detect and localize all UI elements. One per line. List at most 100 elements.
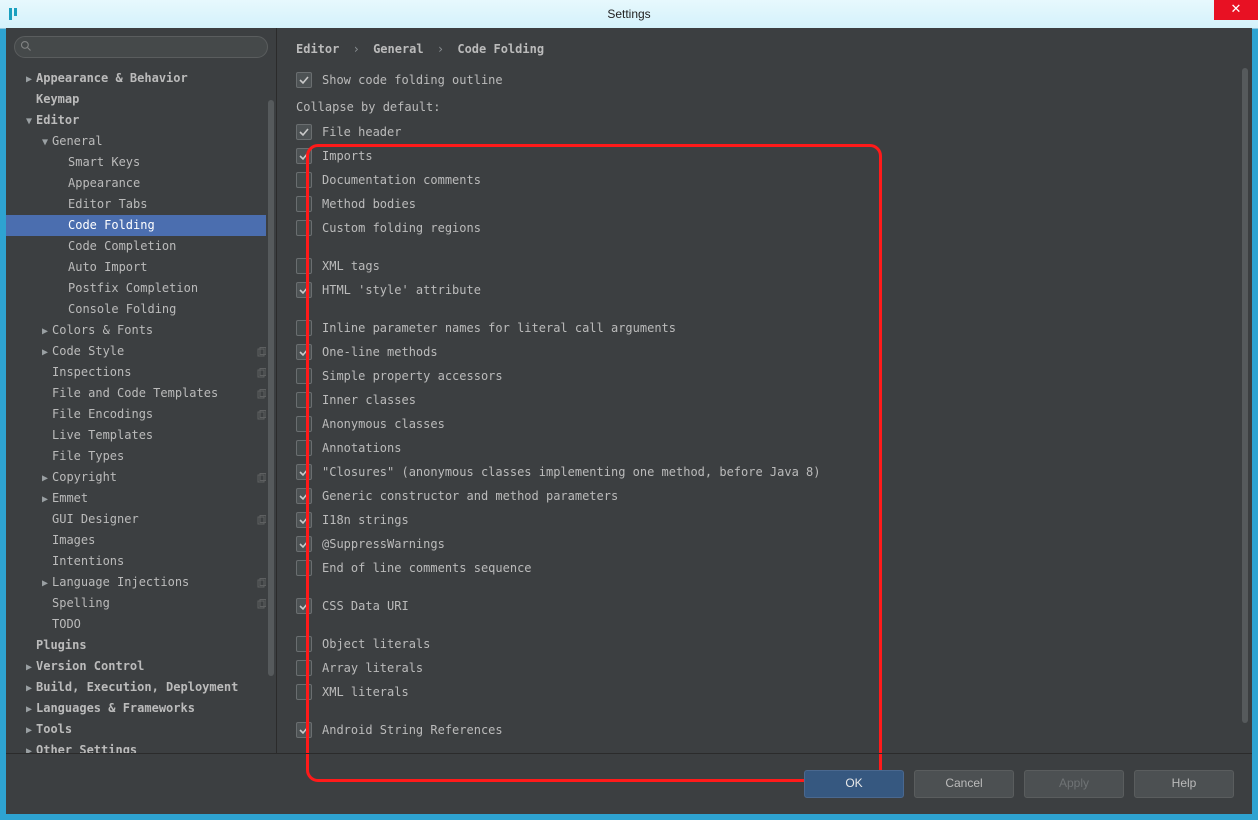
checkbox[interactable] [296,598,312,614]
show-outline-option[interactable]: Show code folding outline [296,68,1232,92]
collapse-option[interactable]: XML tags [296,254,1232,278]
tree-item[interactable]: Appearance [6,173,276,194]
disclosure-arrow-icon[interactable] [40,321,50,342]
tree-item[interactable]: Version Control [6,656,276,677]
collapse-option[interactable]: Object literals [296,632,1232,656]
checkbox[interactable] [296,344,312,360]
collapse-option[interactable]: End of line comments sequence [296,556,1232,580]
cancel-button[interactable]: Cancel [914,770,1014,798]
window-close-button[interactable]: ✕ [1214,0,1258,20]
tree-item[interactable]: Images [6,530,276,551]
tree-item[interactable]: Inspections [6,362,276,383]
tree-item[interactable]: Copyright [6,467,276,488]
collapse-option[interactable]: @SuppressWarnings [296,532,1232,556]
checkbox[interactable] [296,368,312,384]
checkbox[interactable] [296,464,312,480]
disclosure-arrow-icon[interactable] [24,657,34,678]
collapse-option[interactable]: CSS Data URI [296,594,1232,618]
collapse-option[interactable]: One-line methods [296,340,1232,364]
tree-item[interactable]: TODO [6,614,276,635]
collapse-option[interactable]: Method bodies [296,192,1232,216]
ok-button[interactable]: OK [804,770,904,798]
tree-item[interactable]: Intentions [6,551,276,572]
checkbox[interactable] [296,320,312,336]
tree-item[interactable]: Appearance & Behavior [6,68,276,89]
tree-item[interactable]: Postfix Completion [6,278,276,299]
collapse-option[interactable]: I18n strings [296,508,1232,532]
checkbox[interactable] [296,636,312,652]
checkbox[interactable] [296,722,312,738]
tree-item[interactable]: Smart Keys [6,152,276,173]
disclosure-arrow-icon[interactable] [24,111,34,132]
content-scrollbar[interactable] [1240,68,1250,750]
disclosure-arrow-icon[interactable] [40,468,50,489]
checkbox[interactable] [296,560,312,576]
checkbox[interactable] [296,440,312,456]
collapse-option[interactable]: Inner classes [296,388,1232,412]
tree-item[interactable]: Console Folding [6,299,276,320]
collapse-option[interactable]: Android String References [296,718,1232,742]
disclosure-arrow-icon[interactable] [24,678,34,699]
collapse-option[interactable]: Annotations [296,436,1232,460]
disclosure-arrow-icon[interactable] [40,132,50,153]
tree-item[interactable]: Plugins [6,635,276,656]
tree-item[interactable]: Language Injections [6,572,276,593]
tree-item[interactable]: File and Code Templates [6,383,276,404]
checkbox[interactable] [296,416,312,432]
tree-item[interactable]: Build, Execution, Deployment [6,677,276,698]
disclosure-arrow-icon[interactable] [24,720,34,741]
tree-item[interactable]: Colors & Fonts [6,320,276,341]
checkbox[interactable] [296,220,312,236]
collapse-option[interactable]: Imports [296,144,1232,168]
disclosure-arrow-icon[interactable] [24,69,34,90]
tree-item[interactable]: Editor Tabs [6,194,276,215]
collapse-option[interactable]: HTML 'style' attribute [296,278,1232,302]
tree-item[interactable]: File Encodings [6,404,276,425]
tree-item[interactable]: Code Style [6,341,276,362]
tree-item[interactable]: Code Folding [6,215,276,236]
apply-button[interactable]: Apply [1024,770,1124,798]
tree-item[interactable]: Other Settings [6,740,276,754]
tree-item[interactable]: GUI Designer [6,509,276,530]
checkbox[interactable] [296,72,312,88]
checkbox[interactable] [296,258,312,274]
disclosure-arrow-icon[interactable] [40,342,50,363]
tree-item[interactable]: Code Completion [6,236,276,257]
collapse-option[interactable]: Array literals [296,656,1232,680]
tree-item[interactable]: Emmet [6,488,276,509]
collapse-option[interactable]: Anonymous classes [296,412,1232,436]
collapse-option[interactable]: Custom folding regions [296,216,1232,240]
checkbox[interactable] [296,684,312,700]
checkbox[interactable] [296,172,312,188]
collapse-option[interactable]: Inline parameter names for literal call … [296,316,1232,340]
disclosure-arrow-icon[interactable] [24,699,34,720]
search-input[interactable] [14,36,268,58]
tree-item[interactable]: Tools [6,719,276,740]
tree-item[interactable]: File Types [6,446,276,467]
checkbox[interactable] [296,124,312,140]
disclosure-arrow-icon[interactable] [40,573,50,594]
tree-item[interactable]: Keymap [6,89,276,110]
tree-item[interactable]: Live Templates [6,425,276,446]
checkbox[interactable] [296,282,312,298]
collapse-option[interactable]: Simple property accessors [296,364,1232,388]
collapse-option[interactable]: XML literals [296,680,1232,704]
checkbox[interactable] [296,536,312,552]
tree-item[interactable]: General [6,131,276,152]
tree-item[interactable]: Editor [6,110,276,131]
tree-item[interactable]: Spelling [6,593,276,614]
checkbox[interactable] [296,660,312,676]
disclosure-arrow-icon[interactable] [40,489,50,510]
checkbox[interactable] [296,196,312,212]
checkbox[interactable] [296,148,312,164]
collapse-option[interactable]: Generic constructor and method parameter… [296,484,1232,508]
collapse-option[interactable]: File header [296,120,1232,144]
collapse-option[interactable]: Documentation comments [296,168,1232,192]
checkbox[interactable] [296,488,312,504]
collapse-option[interactable]: "Closures" (anonymous classes implementi… [296,460,1232,484]
help-button[interactable]: Help [1134,770,1234,798]
checkbox[interactable] [296,512,312,528]
sidebar-scrollbar[interactable] [266,100,276,754]
checkbox[interactable] [296,392,312,408]
tree-item[interactable]: Auto Import [6,257,276,278]
